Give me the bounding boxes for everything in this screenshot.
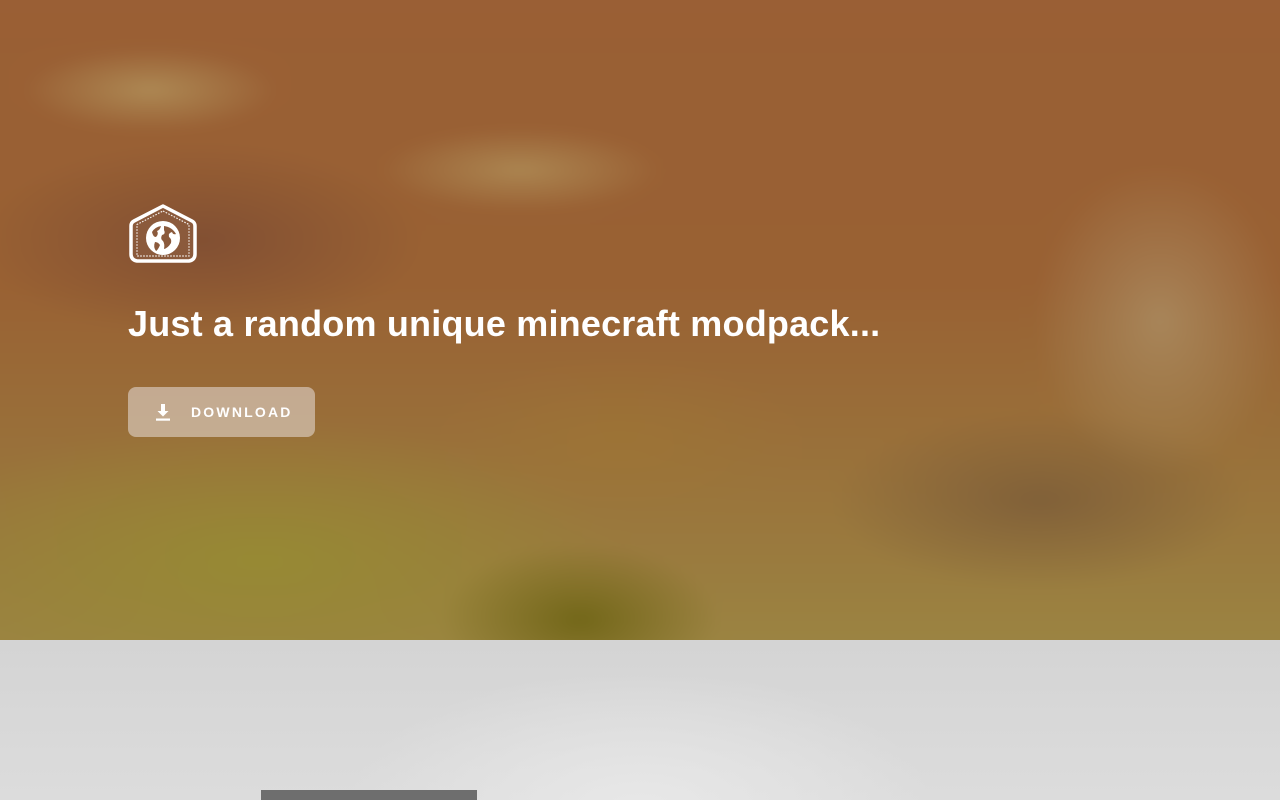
hero-section: Just a random unique minecraft modpack..… [0, 0, 1280, 640]
hero-content: Just a random unique minecraft modpack..… [128, 204, 881, 437]
hero-tagline: Just a random unique minecraft modpack..… [128, 303, 881, 344]
page: Just a random unique minecraft modpack..… [0, 0, 1280, 800]
content-card [261, 790, 477, 800]
download-button[interactable]: DOWNLOAD [128, 387, 315, 437]
download-button-label: DOWNLOAD [191, 404, 293, 420]
globe-house-logo-icon [129, 204, 197, 263]
content-section [0, 640, 1280, 800]
download-icon [156, 404, 170, 421]
